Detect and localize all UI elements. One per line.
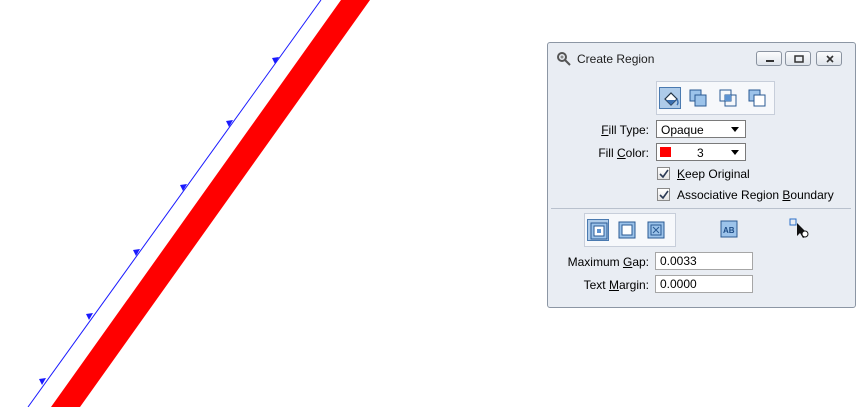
method-toolbox: [656, 81, 775, 115]
text-margin-label: Text Margin:: [583, 278, 649, 292]
svg-text:AB: AB: [723, 226, 735, 235]
dialog-title: Create Region: [577, 52, 655, 66]
fill-type-select[interactable]: Opaque: [656, 120, 746, 138]
fill-color-value: 3: [697, 146, 704, 160]
fill-color-label: Fill Color:: [598, 146, 649, 160]
restore-button[interactable]: [785, 51, 811, 66]
dynamic-area-button[interactable]: [616, 219, 638, 241]
dynamic-area-icon: [618, 221, 636, 239]
union-icon: [689, 89, 707, 107]
close-icon: [826, 55, 834, 63]
fill-type-value: Opaque: [661, 123, 704, 137]
thick-line-element[interactable]: [51, 0, 370, 407]
fill-type-label: Fill Type:: [601, 123, 649, 137]
locate-point-icon: [789, 218, 809, 238]
chevron-down-icon: [731, 127, 739, 132]
tool-settings-icon: [556, 51, 572, 67]
text-islands-button[interactable]: AB: [718, 218, 740, 240]
text-margin-input[interactable]: 0.0000: [655, 275, 753, 293]
ignore-interior-icon: [647, 221, 665, 239]
associative-boundary-label[interactable]: Associative Region Boundary: [677, 188, 834, 202]
intersection-icon: [719, 89, 737, 107]
ignore-interior-button[interactable]: [645, 219, 667, 241]
close-button[interactable]: [816, 51, 842, 66]
create-region-dialog: Create Region Fill Type: Opaque Fill Col…: [547, 42, 856, 308]
keep-original-label[interactable]: Keep Original: [677, 167, 750, 181]
maximum-gap-input[interactable]: 0.0033: [655, 252, 753, 270]
maximum-gap-label: Maximum Gap:: [567, 255, 649, 269]
dialog-titlebar[interactable]: Create Region: [548, 43, 855, 73]
thin-line-element[interactable]: [27, 0, 322, 407]
intersection-method-button[interactable]: [717, 87, 739, 109]
minimize-icon: [766, 60, 774, 62]
difference-icon: [748, 89, 766, 107]
associative-boundary-checkbox[interactable]: [657, 188, 670, 201]
flood-fill-icon: [664, 92, 679, 106]
difference-method-button[interactable]: [746, 87, 768, 109]
keep-original-checkbox[interactable]: [657, 167, 670, 180]
minimize-button[interactable]: [756, 51, 782, 66]
color-swatch: [660, 147, 671, 157]
flood-options-toolbox: [584, 213, 676, 247]
locate-interior-shapes-button[interactable]: [587, 219, 609, 241]
fill-color-select[interactable]: 3: [656, 143, 746, 161]
restore-icon: [794, 55, 804, 63]
union-method-button[interactable]: [687, 87, 709, 109]
flood-method-button[interactable]: [659, 87, 681, 109]
locate-interior-shapes-icon: [590, 222, 608, 240]
checkmark-icon: [659, 169, 669, 179]
section-divider: [551, 208, 851, 209]
chevron-down-icon: [731, 150, 739, 155]
locate-point-button[interactable]: [787, 216, 809, 238]
text-islands-icon: AB: [720, 220, 738, 238]
line-direction-markers: [39, 57, 279, 385]
checkmark-icon: [659, 190, 669, 200]
